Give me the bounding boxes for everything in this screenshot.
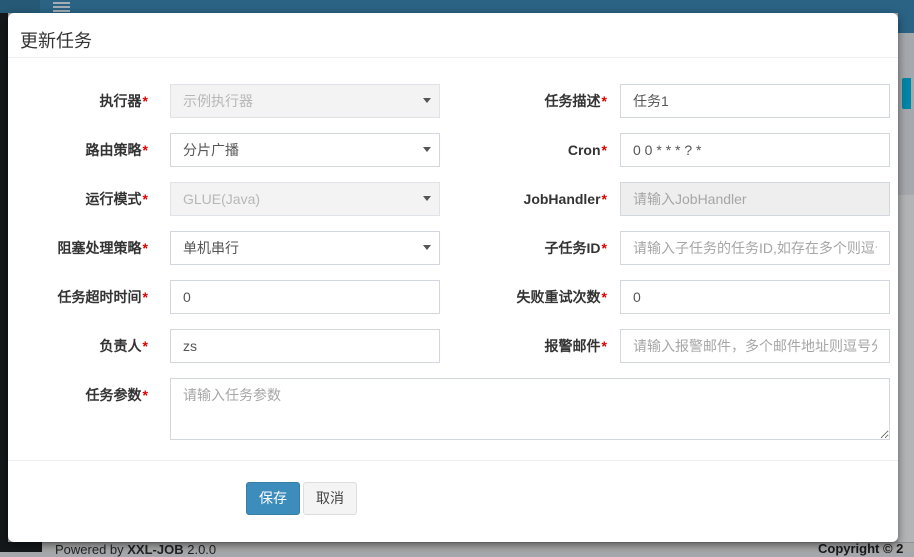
sidebar-edge-dimmed [0,13,8,552]
content-panel-fragment [898,195,914,552]
update-job-modal: 更新任务 执行器* 示例执行器 任务描述* 路由策略* 分片广播 Cron* 运… [8,13,898,542]
job-param-textarea[interactable] [170,378,890,440]
hamburger-menu-icon[interactable] [53,2,70,12]
required-asterisk: * [602,338,607,354]
author-input[interactable] [170,329,440,363]
copyright-text: Copyright © 2 [818,541,903,556]
top-navbar [0,0,914,13]
header-divider [8,57,898,58]
block-strategy-label: 阻塞处理策略* [8,231,148,265]
footer-divider [8,460,898,461]
block-strategy-select[interactable]: 单机串行 [170,231,440,265]
route-strategy-select[interactable]: 分片广播 [170,133,440,167]
version-text: 2.0.0 [187,542,216,557]
required-asterisk: * [143,338,148,354]
required-asterisk: * [602,191,607,207]
job-desc-label: 任务描述* [448,84,607,118]
required-asterisk: * [602,142,607,158]
required-asterisk: * [602,240,607,256]
alarm-email-input[interactable] [620,329,890,363]
powered-by-text: Powered by XXL-JOB 2.0.0 [55,542,216,557]
job-desc-input[interactable] [620,84,890,118]
child-jobid-label: 子任务ID* [448,231,607,265]
hidden-info-button-fragment [902,78,911,109]
required-asterisk: * [143,142,148,158]
fail-retry-label: 失败重试次数* [448,280,607,314]
navbar-logo-block [0,0,40,13]
cron-label: Cron* [448,133,607,167]
cron-input[interactable] [620,133,890,167]
executor-select: 示例执行器 [170,84,440,118]
save-button[interactable]: 保存 [246,482,300,515]
cancel-button[interactable]: 取消 [303,482,357,515]
executor-label: 执行器* [8,84,148,118]
page-background-fragment [898,33,914,195]
sidebar-footer-block [0,542,42,552]
navbar-fragment-right [898,13,914,33]
alarm-email-label: 报警邮件* [448,329,607,363]
required-asterisk: * [143,289,148,305]
required-asterisk: * [143,240,148,256]
timeout-input[interactable] [170,280,440,314]
modal-title: 更新任务 [20,29,92,54]
required-asterisk: * [143,387,148,403]
author-label: 负责人* [8,329,148,363]
fail-retry-input[interactable] [620,280,890,314]
job-param-label: 任务参数* [8,378,148,412]
route-strategy-label: 路由策略* [8,133,148,167]
job-handler-input [620,182,890,216]
brand-name: XXL-JOB [127,542,183,557]
glue-type-select: GLUE(Java) [170,182,440,216]
glue-type-label: 运行模式* [8,182,148,216]
required-asterisk: * [143,191,148,207]
job-handler-label: JobHandler* [448,182,607,216]
required-asterisk: * [602,93,607,109]
timeout-label: 任务超时时间* [8,280,148,314]
required-asterisk: * [143,93,148,109]
child-jobid-input[interactable] [620,231,890,265]
required-asterisk: * [602,289,607,305]
